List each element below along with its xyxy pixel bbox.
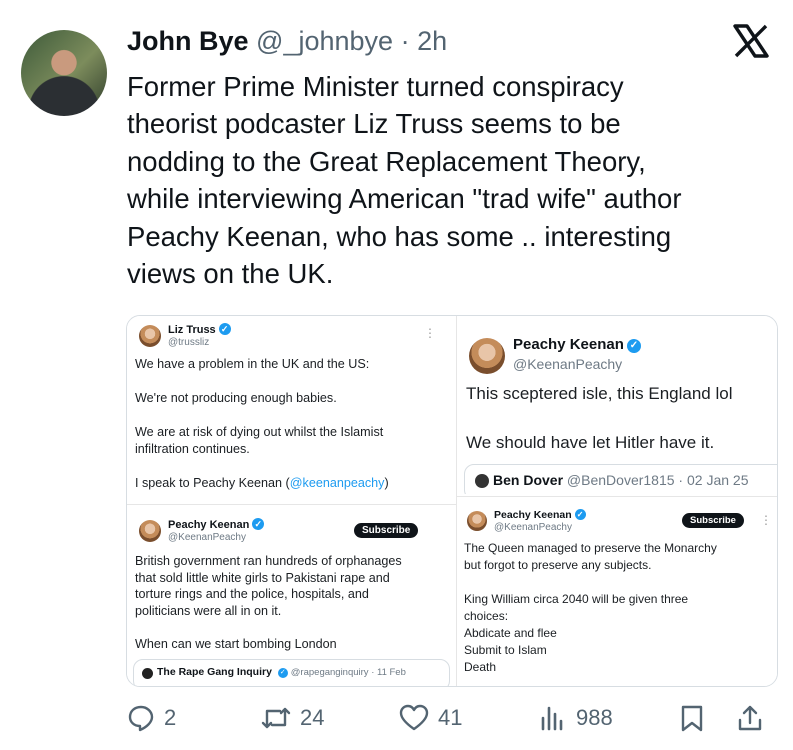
truss-line: We have a problem in the UK and the US: [135,357,370,371]
inquiry-name: The Rape Gang Inquiry [157,666,272,678]
tweet-text-line: views on the UK. [127,258,334,290]
reply-button[interactable]: 2 [126,700,176,736]
quoted-post-rape-gang-inquiry[interactable]: The Rape Gang Inquiry ✓ @rapeganginquiry… [133,659,450,686]
subscribe-button[interactable]: Subscribe [354,523,419,538]
keenan-line: Submit to Islam [464,643,547,657]
like-button[interactable]: 41 [398,700,462,736]
keenan-avatar [139,520,161,542]
keenan-name: Peachy Keenan ✓ [494,509,586,521]
keenan-line: politicians were all in on it. [135,603,282,618]
keenan-line: King William circa 2040 will be given th… [464,592,689,606]
keenan-line: The Queen managed to preserve the Monarc… [464,541,717,555]
keenan-name: Peachy Keenan ✓ [168,518,265,531]
keenan-line: choices: [464,609,509,623]
repost-button[interactable]: 24 [260,700,324,736]
bookmark-button[interactable] [679,700,705,736]
keenan-name: Peachy Keenan ✓ [513,336,641,353]
author-avatar[interactable] [21,30,107,116]
reply-icon [128,705,154,732]
inquiry-handle: @rapeganginquiry [290,667,369,678]
more-icon: ⋮ [424,326,436,340]
tweet-header: John Bye @_johnbye · 2h [127,26,447,57]
ben-dover-name: Ben Dover [493,472,564,488]
quoted-post-ben-dover[interactable]: Ben Dover @BenDover1815 · 02 Jan 25 [464,464,777,494]
meta-separator: · [393,26,418,56]
verified-icon: ✓ [277,668,288,678]
views-icon [541,706,563,731]
like-count: 41 [438,705,463,730]
views-count: 988 [576,705,613,730]
ben-dover-avatar [475,474,489,488]
keenan-line: British government ran hundreds of orpha… [135,554,402,568]
more-icon: ⋮ [760,513,772,527]
keenan-line: When can we start bombing London [135,637,337,651]
share-icon [738,705,762,731]
keenan-line: that sold little white girls to Pakistan… [135,570,390,585]
media-collage[interactable]: Liz Truss ✓ @trussliz ⋮ We have a problem… [126,315,778,687]
truss-avatar [139,325,161,347]
subscribe-button[interactable]: Subscribe [682,513,744,528]
truss-line: I speak to Peachy Keenan (@keenanpeachy) [135,476,389,490]
verified-icon: ✓ [626,339,641,353]
reply-count: 2 [164,705,177,730]
like-icon [399,704,429,731]
repost-icon [261,707,291,729]
author-name[interactable]: John Bye [127,26,249,56]
keenan-line: Death [464,660,497,674]
post-time[interactable]: 2h [417,26,447,56]
inquiry-date: · 11 Feb [368,667,406,678]
keenan-handle: @KeenanPeachy [513,356,623,372]
tweet-text-line: nodding to the Great Replacement Theory, [127,145,646,177]
keenan-text: British government ran hundreds of orpha… [135,553,455,653]
screenshot-keenan-1: Peachy Keenan ✓ @KeenanPeachy This scepte… [457,316,777,494]
tweet-text: Former Prime Minister turned conspiracy … [127,68,777,292]
screenshot-keenan-3: Peachy Keenan ✓ @KeenanPeachy Subscribe ⋮… [457,497,777,686]
views-button[interactable]: 988 [538,700,613,736]
inquiry-avatar [142,668,153,679]
keenan-text: The Queen managed to preserve the Monarc… [464,540,774,676]
truss-line: We're not producing enough babies. [135,391,337,405]
keenan-mention-link[interactable]: @keenanpeachy [290,476,385,490]
screenshot-keenan-2: Peachy Keenan ✓ @KeenanPeachy Subscribe B… [127,505,456,686]
keenan-handle: @KeenanPeachy [494,522,572,533]
truss-text: We have a problem in the UK and the US: … [135,356,450,492]
truss-handle: @trussliz [168,337,210,348]
action-bar: 2 24 41 988 [126,700,776,736]
truss-name: Liz Truss ✓ [168,323,231,336]
keenan-handle: @KeenanPeachy [168,532,246,543]
keenan-line: We should have let Hitler have it. [466,433,715,452]
keenan-line: Abdicate and flee [464,626,557,640]
tweet-text-line: theorist podcaster Liz Truss seems to be [127,108,621,140]
repost-count: 24 [300,705,325,730]
tweet-text-line: Peachy Keenan, who has some .. interesti… [127,220,672,252]
share-button[interactable] [735,700,765,736]
ben-dover-handle: @BenDover1815 [566,472,675,488]
keenan-line: torture rings and the police, hospitals,… [135,587,369,601]
keenan-avatar [469,338,505,374]
verified-icon: ✓ [218,323,231,335]
verified-icon: ✓ [252,518,265,530]
bookmark-icon [681,705,703,732]
screenshot-truss: Liz Truss ✓ @trussliz ⋮ We have a problem… [127,316,456,504]
ben-dover-date: · 02 Jan 25 [674,472,749,488]
keenan-line: This sceptered isle, this England lol [466,384,733,403]
x-logo-icon[interactable] [733,24,769,65]
truss-line: infiltration continues. [135,442,250,456]
author-handle[interactable]: @_johnbye [256,26,393,56]
keenan-line: but forgot to preserve any subjects. [464,558,652,572]
tweet-text-line: while interviewing American "trad wife" … [127,183,682,215]
truss-line: We are at risk of dying out whilst the I… [135,425,384,439]
verified-icon: ✓ [574,509,586,520]
keenan-avatar [467,511,487,531]
tweet-text-line: Former Prime Minister turned conspiracy [127,71,624,102]
